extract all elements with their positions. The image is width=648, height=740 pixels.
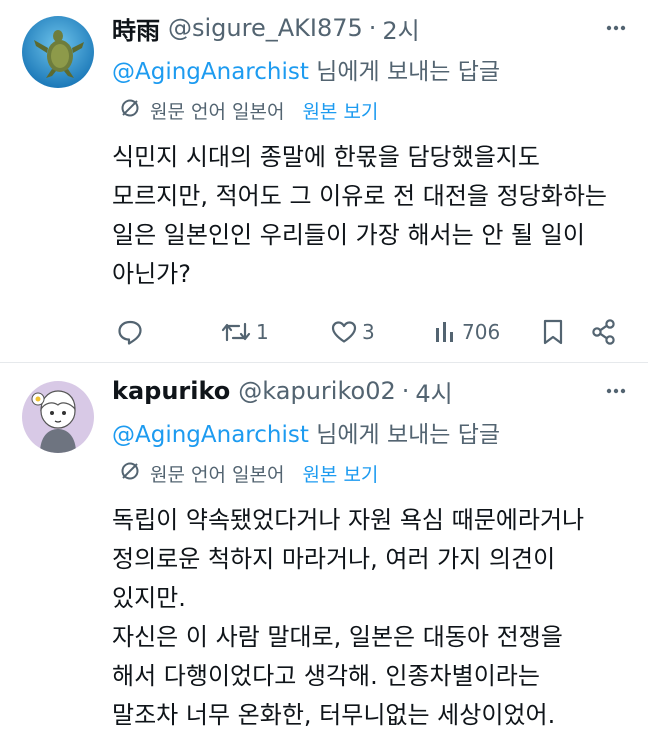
share-icon [590, 318, 618, 346]
more-options-icon[interactable] [602, 14, 630, 42]
tweet-text-line: 일은 일본인인 우리들이 가장 해서는 안 될 일이 [112, 221, 585, 249]
tweet-text-line: 있지만. [112, 584, 186, 612]
translation-language: 원문 언어 일본어 [150, 100, 285, 123]
translation-notice: 원문 언어 일본어 원본 보기 [118, 459, 378, 487]
translation-notice: 원문 언어 일본어 원본 보기 [118, 96, 378, 124]
timestamp[interactable]: 4시 [415, 374, 452, 409]
separator-dot: · [368, 14, 377, 42]
views-button[interactable]: 706 [430, 316, 500, 348]
tweet-header: kapuriko @kapuriko02 · 4시 [112, 374, 588, 409]
reply-context: @AgingAnarchist 님에게 보내는 답글 [112, 415, 500, 449]
retweet-icon [220, 318, 252, 346]
translate-icon [118, 459, 142, 488]
retweet-button[interactable]: 1 [216, 316, 269, 348]
timestamp[interactable]: 2시 [382, 11, 419, 46]
bookmark-button[interactable] [536, 316, 566, 348]
reply-context: @AgingAnarchist 님에게 보내는 답글 [112, 52, 500, 86]
views-count: 706 [462, 320, 501, 344]
like-count: 3 [362, 320, 375, 344]
views-icon [434, 318, 458, 346]
reply-button[interactable] [112, 316, 144, 348]
reply-suffix: 님에게 보내는 답글 [308, 59, 501, 85]
show-original-link[interactable]: 원본 보기 [302, 460, 378, 487]
tweet[interactable]: 時雨 @sigure_AKI875 · 2시 @AgingAnarchist 님… [0, 0, 648, 362]
separator-dot: · [401, 377, 410, 405]
avatar[interactable] [22, 16, 94, 88]
reply-suffix: 님에게 보내는 답글 [308, 422, 501, 448]
show-original-link[interactable]: 원본 보기 [302, 97, 378, 124]
tweet-text: 식민지 시대의 종말에 한몫을 담당했을지도 모르지만, 적어도 그 이유로 전… [112, 138, 622, 294]
tweet[interactable]: kapuriko @kapuriko02 · 4시 @AgingAnarchis… [0, 363, 648, 740]
more-options-icon[interactable] [602, 377, 630, 405]
display-name[interactable]: 時雨 [112, 11, 160, 46]
tweet-text-line: 해서 다행이었다고 생각해. 인종차별이라는 [112, 662, 540, 690]
tweet-text-line: 정의로운 척하지 마라거나, 여러 가지 의견이 [112, 545, 556, 573]
translation-language: 원문 언어 일본어 [150, 463, 285, 486]
tweet-text-line: 모르지만, 적어도 그 이유로 전 대전을 정당화하는 [112, 182, 608, 210]
retweet-count: 1 [256, 320, 269, 344]
bookmark-icon [540, 318, 566, 346]
reply-mention-link[interactable]: @AgingAnarchist [112, 59, 309, 85]
tweet-text-line: 말조차 너무 온화한, 터무니없는 세상이었어. [112, 701, 556, 729]
tweet-text-line: 독립이 약속됐었다거나 자원 욕심 때문에라거나 [112, 506, 585, 534]
tweet-actions: 1 3 706 [112, 316, 622, 348]
share-button[interactable] [586, 316, 618, 348]
user-handle[interactable]: @sigure_AKI875 [168, 14, 363, 42]
tweet-header: 時雨 @sigure_AKI875 · 2시 [112, 11, 588, 46]
translate-icon [118, 96, 142, 125]
tweet-text: 독립이 약속됐었다거나 자원 욕심 때문에라거나 정의로운 척하지 마라거나, … [112, 501, 622, 735]
display-name[interactable]: kapuriko [112, 377, 230, 405]
avatar[interactable] [22, 381, 94, 453]
tweet-text-line: 자신은 이 사람 말대로, 일본은 대동아 전쟁을 [112, 623, 563, 651]
user-handle[interactable]: @kapuriko02 [238, 377, 395, 405]
reply-icon [116, 318, 144, 346]
tweet-text-line: 식민지 시대의 종말에 한몫을 담당했을지도 [112, 143, 540, 171]
like-button[interactable]: 3 [326, 316, 375, 348]
reply-mention-link[interactable]: @AgingAnarchist [112, 422, 309, 448]
tweet-text-line: 아닌가? [112, 260, 191, 288]
heart-icon [330, 318, 358, 346]
